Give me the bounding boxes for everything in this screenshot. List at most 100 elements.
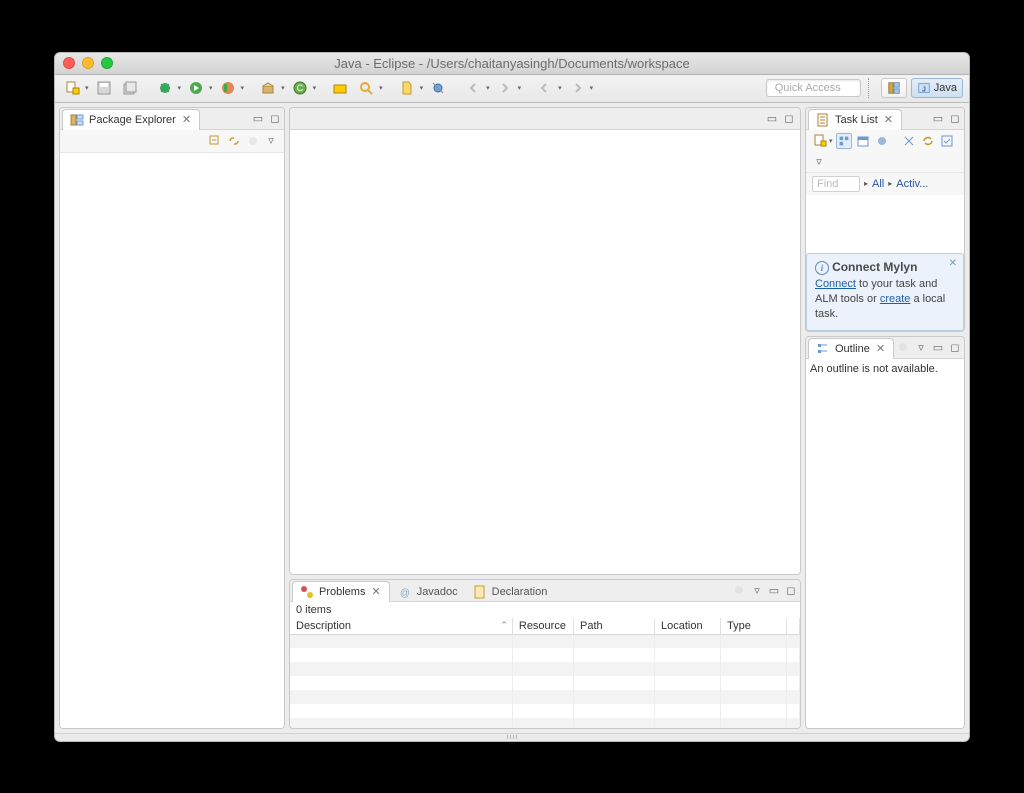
package-explorer-tab[interactable]: Package Explorer ✕ — [62, 109, 200, 130]
synchronize-icon[interactable] — [920, 133, 936, 149]
new-java-class-button[interactable]: C — [289, 78, 311, 98]
mylyn-text: Connect to your task and ALM tools or cr… — [815, 277, 955, 322]
close-tab-icon[interactable]: ✕ — [180, 113, 193, 126]
minimize-view-icon[interactable]: ▭ — [767, 583, 781, 597]
java-perspective-button[interactable]: J Java — [911, 78, 963, 98]
open-type-button[interactable] — [329, 78, 351, 98]
close-tab-icon[interactable]: ✕ — [874, 342, 887, 355]
debug-button[interactable] — [154, 78, 176, 98]
activate-filter-link[interactable]: Activ... — [896, 178, 928, 190]
maximize-view-icon[interactable]: ◻ — [948, 340, 962, 354]
open-perspective-button[interactable] — [881, 78, 907, 98]
close-banner-icon[interactable]: ✕ — [949, 258, 957, 269]
minimize-view-icon[interactable]: ▭ — [251, 111, 265, 125]
outline-icon — [815, 341, 831, 357]
search-button[interactable] — [355, 78, 377, 98]
save-button[interactable] — [93, 78, 115, 98]
minimize-view-icon[interactable]: ▭ — [931, 111, 945, 125]
package-explorer-title: Package Explorer — [89, 114, 176, 126]
package-explorer-body[interactable] — [60, 153, 284, 728]
view-menu-icon[interactable]: ▿ — [750, 583, 764, 597]
collapse-all-icon[interactable] — [901, 133, 917, 149]
focus-task-icon[interactable] — [895, 339, 911, 355]
editor-body[interactable] — [290, 130, 800, 574]
col-path[interactable]: Path — [573, 618, 654, 635]
view-menu-icon[interactable]: ▿ — [264, 134, 278, 148]
minimize-view-icon[interactable]: ▭ — [931, 340, 945, 354]
outline-body[interactable]: An outline is not available. — [806, 359, 964, 728]
maximize-view-icon[interactable]: ◻ — [268, 111, 282, 125]
collapse-all-icon[interactable] — [207, 133, 223, 149]
hide-completed-icon[interactable] — [939, 133, 955, 149]
previous-annotation-button[interactable] — [462, 78, 484, 98]
save-all-button[interactable] — [119, 78, 141, 98]
status-grip-icon[interactable] — [507, 735, 517, 739]
focus-task-icon[interactable] — [731, 582, 747, 598]
problems-icon — [299, 584, 315, 600]
task-list-tab[interactable]: Task List ✕ — [808, 109, 902, 130]
focus-task-icon[interactable] — [245, 133, 261, 149]
quick-access-input[interactable]: Quick Access — [766, 79, 861, 97]
col-type[interactable]: Type — [721, 618, 787, 635]
eclipse-window: Java - Eclipse - /Users/chaitanyasingh/D… — [54, 52, 970, 742]
problems-table: Description⌃ Resource Path Location Type — [290, 618, 800, 729]
col-description[interactable]: Description⌃ — [290, 618, 512, 635]
mylyn-banner: i Connect Mylyn ✕ Connect to your task a… — [806, 253, 964, 331]
all-filter-link[interactable]: All — [872, 178, 884, 190]
window-title: Java - Eclipse - /Users/chaitanyasingh/D… — [55, 56, 969, 71]
declaration-tab[interactable]: Declaration — [465, 581, 555, 602]
new-task-icon[interactable] — [812, 133, 828, 149]
forward-button[interactable] — [566, 78, 588, 98]
maximize-view-icon[interactable]: ◻ — [784, 583, 798, 597]
table-row — [290, 634, 800, 648]
minimize-editor-icon[interactable]: ▭ — [765, 111, 779, 125]
find-task-input[interactable]: Find — [812, 176, 860, 192]
task-list-view: Task List ✕ ▭ ◻ ▾ — [805, 107, 965, 332]
problems-item-count: 0 items — [290, 602, 800, 618]
problems-tab[interactable]: Problems ✕ — [292, 581, 390, 602]
maximize-view-icon[interactable]: ◻ — [948, 111, 962, 125]
close-tab-icon[interactable]: ✕ — [882, 113, 895, 126]
svg-text:J: J — [922, 87, 926, 94]
outline-empty-text: An outline is not available. — [810, 363, 938, 375]
outline-view: Outline ✕ ▿ ▭ ◻ An outline is not availa… — [805, 336, 965, 729]
titlebar: Java - Eclipse - /Users/chaitanyasingh/D… — [55, 53, 969, 75]
next-annotation-button[interactable] — [494, 78, 516, 98]
info-icon: i — [815, 261, 829, 275]
back-button[interactable] — [534, 78, 556, 98]
javadoc-tab[interactable]: @ Javadoc — [390, 581, 465, 602]
status-bar — [55, 733, 969, 741]
new-java-package-button[interactable] — [257, 78, 279, 98]
problems-tab-label: Problems — [319, 586, 365, 598]
task-list-title: Task List — [835, 114, 878, 126]
toggle-mark-button[interactable] — [396, 78, 418, 98]
link-with-editor-icon[interactable] — [226, 133, 242, 149]
col-location[interactable]: Location — [654, 618, 720, 635]
col-resource[interactable]: Resource — [512, 618, 573, 635]
outline-tab[interactable]: Outline ✕ — [808, 338, 894, 359]
task-list-icon — [815, 112, 831, 128]
editor-area: ▭ ◻ — [289, 107, 801, 575]
skip-breakpoints-button[interactable] — [427, 78, 449, 98]
run-button[interactable] — [185, 78, 207, 98]
package-explorer-view: Package Explorer ✕ ▭ ◻ ▿ — [59, 107, 285, 729]
package-explorer-icon — [69, 112, 85, 128]
mylyn-title: Connect Mylyn — [832, 260, 917, 274]
scheduled-icon[interactable] — [855, 133, 871, 149]
new-button[interactable] — [61, 78, 83, 98]
connect-link[interactable]: Connect — [815, 278, 856, 290]
col-extra[interactable] — [786, 618, 799, 635]
categorized-icon[interactable] — [836, 133, 852, 149]
view-menu-icon[interactable]: ▿ — [812, 155, 826, 169]
create-link[interactable]: create — [880, 293, 911, 305]
focus-workweek-icon[interactable] — [874, 133, 890, 149]
view-menu-icon[interactable]: ▿ — [914, 340, 928, 354]
maximize-editor-icon[interactable]: ◻ — [782, 111, 796, 125]
coverage-button[interactable] — [217, 78, 239, 98]
svg-text:@: @ — [400, 588, 410, 599]
svg-text:C: C — [296, 83, 303, 93]
task-list-body[interactable] — [806, 195, 964, 253]
close-tab-icon[interactable]: ✕ — [369, 585, 382, 598]
declaration-tab-label: Declaration — [492, 586, 548, 598]
javadoc-tab-label: Javadoc — [417, 586, 458, 598]
